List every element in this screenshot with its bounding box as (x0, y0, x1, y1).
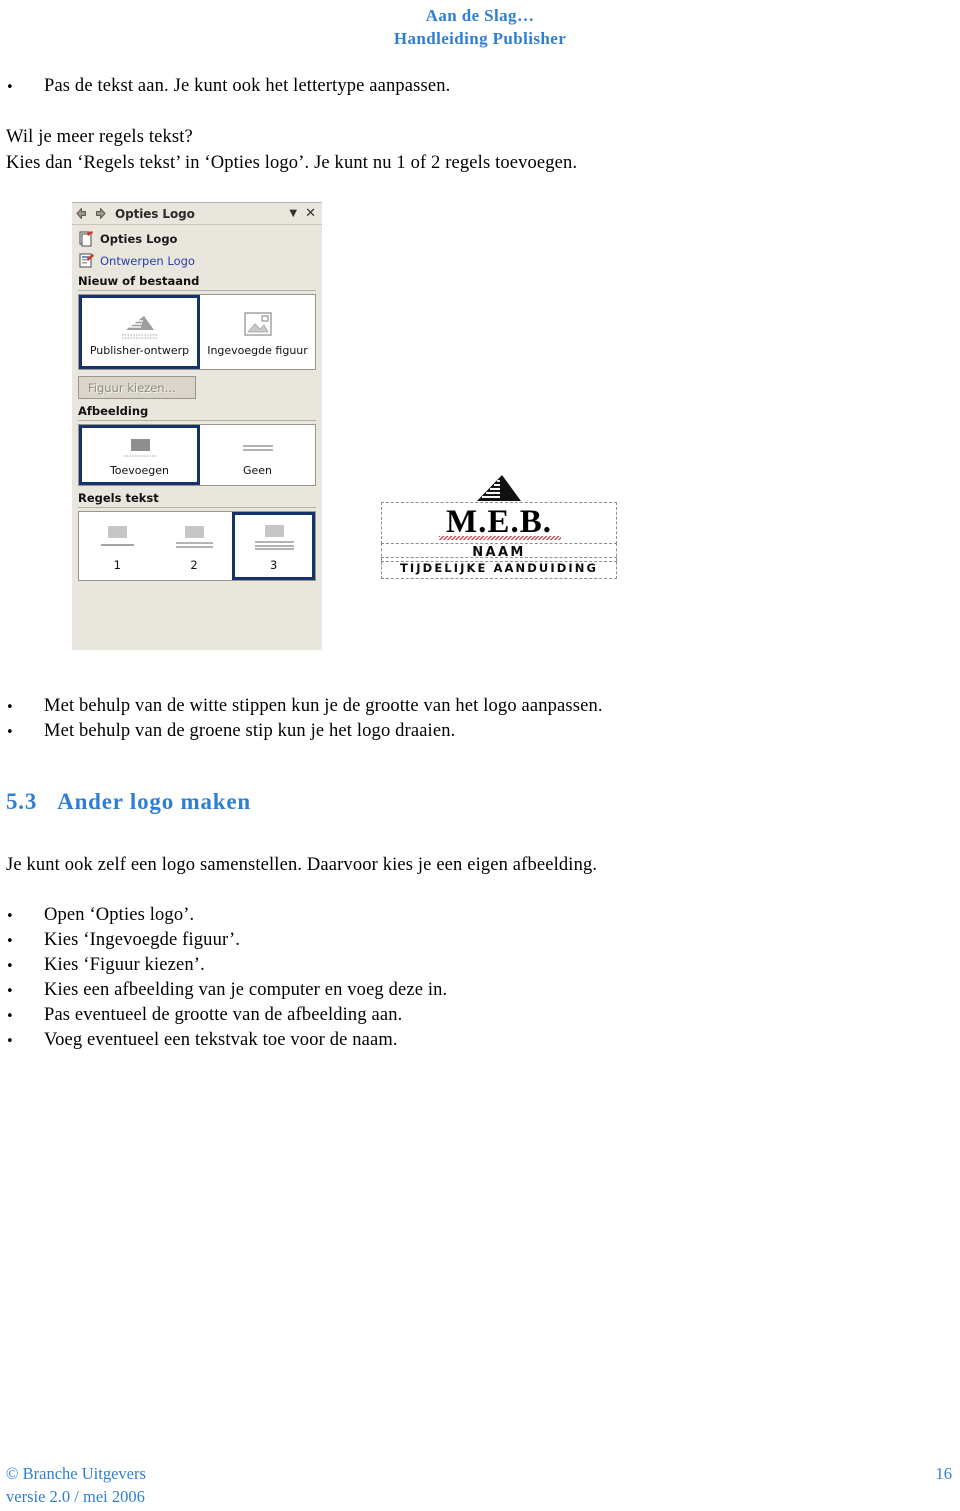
gallery-option-label: 1 (113, 558, 121, 572)
gallery-option-label: 3 (270, 558, 278, 572)
list-item: Voeg eventueel een tekstvak toe voor de … (6, 1028, 398, 1054)
gallery-regels-tekst[interactable]: 1 2 3 (78, 511, 316, 581)
gallery-option-label: 2 (190, 558, 198, 572)
list-item: Kies ‘Ingevoegde figuur’. (6, 928, 240, 954)
section-number: 5.3 (6, 789, 38, 814)
list-item: Met behulp van de witte stippen kun je d… (6, 694, 603, 720)
back-arrow-icon[interactable] (75, 206, 90, 221)
gallery-option-2-regels[interactable]: 2 (156, 512, 233, 580)
bullet-marker-icon (6, 1029, 44, 1054)
list-item-label: Met behulp van de witte stippen kun je d… (44, 696, 603, 716)
paragraph-question: Wil je meer regels tekst? (6, 127, 193, 147)
figuur-kiezen-button-label: Figuur kiezen... (88, 380, 176, 395)
task-pane-titlebar: Opties Logo ▼ ✕ (72, 203, 322, 225)
three-lines-thumb (246, 522, 302, 556)
section-title-nieuw-of-bestaand: Nieuw of bestaand (78, 274, 316, 291)
bullet-marker-icon (6, 695, 44, 720)
figuur-kiezen-button[interactable]: Figuur kiezen... (78, 376, 196, 399)
gallery-option-label: Publisher-ontwerp (89, 343, 190, 357)
header-line-2: Handleiding Publisher (393, 29, 567, 48)
footer-version: versie 2.0 / mei 2006 (6, 1487, 145, 1506)
footer-copyright: © Branche Uitgevers (6, 1464, 146, 1483)
gallery-afbeelding[interactable]: Toevoegen Geen (78, 424, 316, 486)
section-title-afbeelding: Afbeelding (78, 404, 316, 421)
task-pane-entry-opties-logo[interactable]: Opties Logo (78, 228, 316, 249)
list-item: Open ‘Opties logo’. (6, 903, 194, 929)
gallery-option-ingevoegde-figuur[interactable]: Ingevoegde figuur (200, 295, 315, 369)
inserted-picture-thumb (240, 309, 276, 343)
no-picture-thumb (232, 435, 284, 463)
logo-company-name: M.E.B. (446, 504, 552, 540)
section-heading: 5.3 Ander logo maken (6, 789, 251, 815)
list-item-label: Kies een afbeelding van je computer en v… (44, 980, 448, 1000)
list-item-label: Kies ‘Figuur kiezen’. (44, 955, 205, 975)
logo-tagline-text: TIJDELIJKE AANDUIDING (399, 561, 599, 575)
bullet-marker-icon (6, 904, 44, 929)
design-logo-icon (78, 252, 95, 269)
gallery-option-label: Ingevoegde figuur (207, 343, 308, 357)
bullet-marker-icon (6, 929, 44, 954)
logo-tagline-textbox: TIJDELIJKE AANDUIDING (381, 557, 617, 579)
document-header: Aan de Slag… Handleiding Publisher (0, 4, 960, 50)
add-picture-thumb (114, 435, 166, 463)
task-pane-body: Opties Logo Ontwerpen Logo Nieuw of best… (72, 225, 322, 581)
publisher-design-thumb (114, 309, 166, 343)
paragraph-intro: Je kunt ook zelf een logo samenstellen. … (6, 855, 598, 875)
gallery-option-publisher-ontwerp[interactable]: Publisher-ontwerp (79, 295, 200, 369)
gallery-option-3-regels[interactable]: 3 (232, 512, 316, 580)
bullet-marker-icon (6, 720, 44, 745)
task-pane-title: Opties Logo (115, 206, 195, 221)
gallery-nieuw-of-bestaand[interactable]: Publisher-ontwerp Ingevoegde figuur (78, 294, 316, 370)
chevron-down-icon[interactable]: ▼ (289, 208, 297, 219)
list-item: Pas eventueel de grootte van de afbeeldi… (6, 1003, 402, 1029)
bullet-marker-icon (6, 979, 44, 1004)
task-pane-entry-label: Opties Logo (100, 231, 178, 246)
bullet-marker-icon (6, 1004, 44, 1029)
list-item: Kies ‘Figuur kiezen’. (6, 953, 205, 979)
spellcheck-underline-icon (439, 536, 561, 540)
task-pane-entry-ontwerpen-logo[interactable]: Ontwerpen Logo (78, 250, 316, 271)
close-icon[interactable]: ✕ (305, 207, 316, 220)
forward-arrow-icon[interactable] (92, 206, 107, 221)
list-item: Met behulp van de groene stip kun je het… (6, 719, 455, 745)
logo-options-icon (78, 230, 95, 247)
gallery-option-label: Toevoegen (109, 463, 170, 477)
list-item: Kies een afbeelding van je computer en v… (6, 978, 447, 1004)
header-line-1: Aan de Slag… (425, 6, 535, 25)
page-number: 16 (935, 1464, 953, 1483)
gallery-option-toevoegen[interactable]: Toevoegen (79, 425, 200, 485)
paragraph-answer: Kies dan ‘Regels tekst’ in ‘Opties logo’… (6, 153, 578, 173)
two-lines-thumb (166, 522, 222, 556)
meb-logo-graphic: M.E.B. NAAM TIJDELIJKE AANDUIDING (381, 472, 619, 579)
opties-logo-task-pane[interactable]: Opties Logo ▼ ✕ Opties Logo Ontwerpen Lo… (72, 202, 322, 650)
gallery-option-label: Geen (242, 463, 273, 477)
list-item-label: Pas de tekst aan. Je kunt ook het letter… (44, 76, 451, 96)
bullet-marker-icon (6, 75, 44, 100)
list-item-label: Kies ‘Ingevoegde figuur’. (44, 930, 241, 950)
bullet-marker-icon (6, 954, 44, 979)
footer-left: © Branche Uitgevers versie 2.0 / mei 200… (6, 1462, 146, 1508)
one-line-thumb (89, 522, 145, 556)
list-item-label: Pas eventueel de grootte van de afbeeldi… (44, 1005, 403, 1025)
list-item-label: Open ‘Opties logo’. (44, 905, 195, 925)
gallery-option-1-regel[interactable]: 1 (79, 512, 156, 580)
task-pane-entry-label: Ontwerpen Logo (100, 253, 195, 268)
triangle-logo-mark (469, 472, 529, 504)
list-item: Pas de tekst aan. Je kunt ook het letter… (6, 74, 450, 100)
list-item-label: Met behulp van de groene stip kun je het… (44, 721, 456, 741)
list-item-label: Voeg eventueel een tekstvak toe voor de … (44, 1030, 398, 1050)
section-title: Ander logo maken (57, 789, 251, 814)
gallery-option-geen[interactable]: Geen (200, 425, 315, 485)
section-title-regels-tekst: Regels tekst (78, 491, 316, 508)
